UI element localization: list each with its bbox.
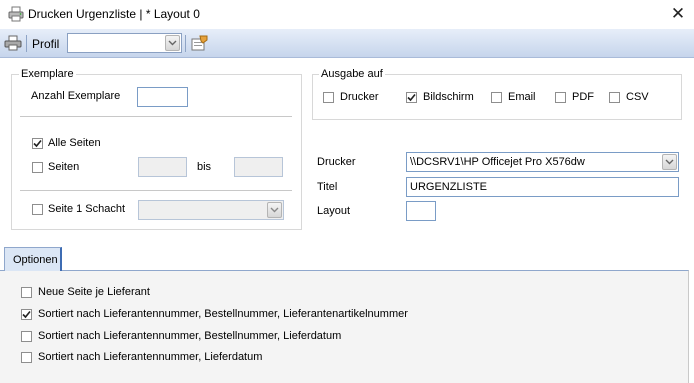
- tab-optionen-label: Optionen: [13, 254, 58, 266]
- seite-1-schacht-label: Seite 1 Schacht: [48, 203, 126, 215]
- exemplare-group-label: Exemplare: [19, 68, 76, 80]
- title-bar: Drucken Urgenzliste | * Layout 0 ✕: [0, 0, 694, 29]
- checkmark-icon: [407, 93, 416, 102]
- drucker-dropdown-button[interactable]: [662, 154, 677, 170]
- titel-value: URGENZLISTE: [410, 181, 488, 193]
- toolbar-separator: [185, 35, 186, 52]
- schacht-dropdown-button[interactable]: [267, 202, 282, 218]
- ausgabe-drucker-label: Drucker: [340, 91, 379, 103]
- anzahl-exemplare-input[interactable]: [137, 87, 188, 107]
- layout-label: Layout: [317, 205, 351, 217]
- option-sort-artikelnummer-label: Sortiert nach Lieferantennummer, Bestell…: [38, 308, 408, 320]
- toolbar: Profil: [0, 29, 694, 58]
- window-title: Drucken Urgenzliste | * Layout 0: [28, 7, 200, 21]
- drucker-value: \\DCSRV1\HP Officejet Pro X576dw: [410, 156, 585, 168]
- toolbar-separator: [26, 35, 27, 52]
- checkmark-icon: [22, 310, 31, 319]
- seite-1-schacht-checkbox[interactable]: [32, 204, 43, 215]
- option-sort-lieferdatum-label: Sortiert nach Lieferantennummer, Lieferd…: [38, 351, 263, 363]
- ausgabe-csv-checkbox[interactable]: [609, 92, 620, 103]
- ausgabe-email-checkbox[interactable]: [491, 92, 502, 103]
- bis-label: bis: [197, 161, 212, 173]
- option-neue-seite-label: Neue Seite je Lieferant: [38, 286, 150, 298]
- schacht-combobox[interactable]: [138, 200, 284, 220]
- seiten-label: Seiten: [48, 161, 80, 173]
- layout-input[interactable]: [406, 201, 436, 221]
- option-neue-seite-checkbox[interactable]: [21, 287, 32, 298]
- settings-icon: [191, 35, 208, 51]
- profil-dropdown-button[interactable]: [165, 35, 180, 51]
- printer-icon: [4, 35, 22, 51]
- anzahl-exemplare-label: Anzahl Exemplare: [31, 90, 121, 102]
- alle-seiten-label: Alle Seiten: [48, 137, 101, 149]
- drucker-combobox[interactable]: \\DCSRV1\HP Officejet Pro X576dw: [406, 152, 679, 172]
- option-sort-artikelnummer-checkbox[interactable]: [21, 309, 32, 320]
- printer-icon: [8, 6, 24, 22]
- titel-input[interactable]: URGENZLISTE: [406, 177, 679, 197]
- ausgabe-pdf-checkbox[interactable]: [555, 92, 566, 103]
- chevron-down-icon: [168, 40, 177, 46]
- option-sort-bestell-lieferdatum-checkbox[interactable]: [21, 331, 32, 342]
- chevron-down-icon: [270, 207, 279, 213]
- ausgabe-drucker-checkbox[interactable]: [323, 92, 334, 103]
- ausgabe-bildschirm-label: Bildschirm: [423, 91, 474, 103]
- seiten-checkbox[interactable]: [32, 162, 43, 173]
- chevron-down-icon: [665, 159, 674, 165]
- ausgabe-csv-label: CSV: [626, 91, 649, 103]
- drucker-label: Drucker: [317, 156, 356, 168]
- titel-label: Titel: [317, 181, 338, 193]
- tab-optionen[interactable]: Optionen: [4, 247, 62, 271]
- divider: [20, 190, 292, 191]
- option-sort-lieferdatum-checkbox[interactable]: [21, 352, 32, 363]
- option-sort-bestell-lieferdatum-label: Sortiert nach Lieferantennummer, Bestell…: [38, 330, 342, 342]
- profil-label: Profil: [32, 37, 60, 51]
- print-button[interactable]: [4, 35, 22, 51]
- close-icon: ✕: [670, 4, 686, 23]
- checkmark-icon: [33, 139, 42, 148]
- profil-combobox[interactable]: [67, 33, 182, 53]
- ausgabe-bildschirm-checkbox[interactable]: [406, 92, 417, 103]
- alle-seiten-checkbox[interactable]: [32, 138, 43, 149]
- ausgabe-group-label: Ausgabe auf: [319, 68, 385, 80]
- ausgabe-email-label: Email: [508, 91, 536, 103]
- close-button[interactable]: ✕: [664, 2, 692, 26]
- seiten-to-input[interactable]: [234, 157, 283, 177]
- seiten-from-input[interactable]: [138, 157, 187, 177]
- profile-settings-button[interactable]: [191, 35, 208, 51]
- ausgabe-pdf-label: PDF: [572, 91, 594, 103]
- divider: [20, 116, 292, 117]
